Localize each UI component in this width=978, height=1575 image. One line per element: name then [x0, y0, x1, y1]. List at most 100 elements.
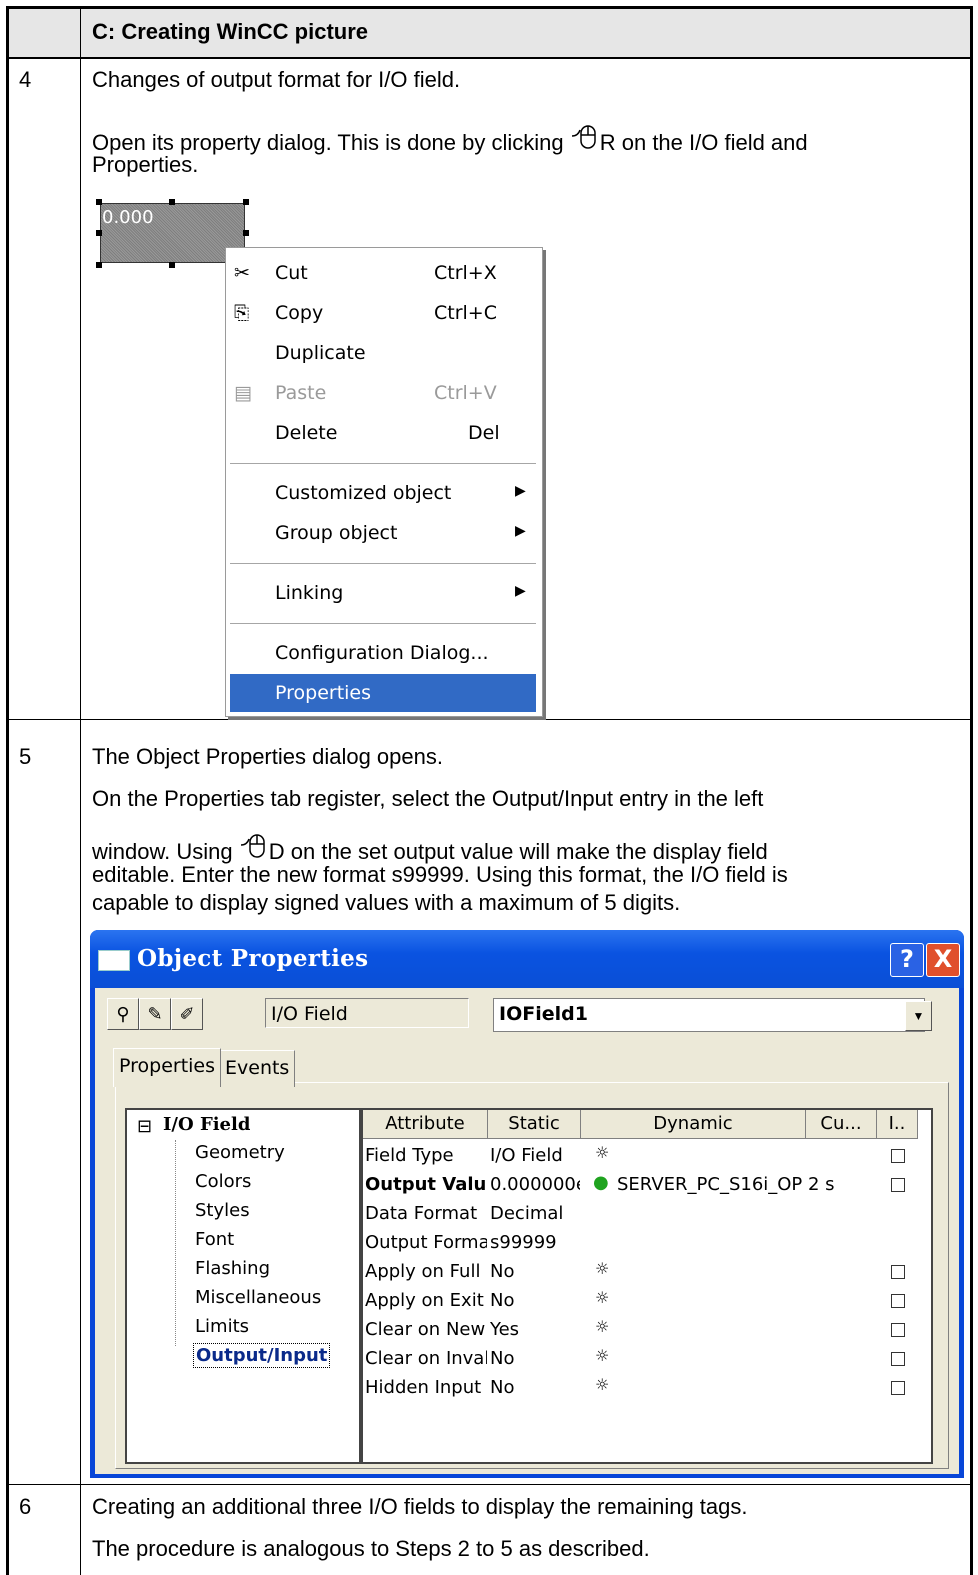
menu-item-cut[interactable]: ✂ Cut Ctrl+X	[226, 254, 542, 292]
menu-item-label: Duplicate	[275, 342, 366, 364]
pipette-transfer-icon[interactable]: ✐	[171, 998, 203, 1030]
table-divider	[6, 719, 972, 720]
menu-item-duplicate[interactable]: Duplicate	[226, 334, 542, 372]
lightbulb-icon[interactable]: ☼	[595, 1317, 609, 1336]
menu-item-label: Configuration Dialog...	[275, 642, 489, 664]
column-header-attribute[interactable]: Attribute	[363, 1110, 488, 1139]
tree-item-output-input[interactable]: Output/Input	[193, 1343, 331, 1368]
tree-item-miscellaneous[interactable]: Miscellaneous	[195, 1287, 321, 1308]
attr-cell[interactable]: Clear on New	[365, 1319, 487, 1340]
attr-cell[interactable]: Hidden Input	[365, 1377, 487, 1398]
column-header-static[interactable]: Static	[488, 1110, 581, 1139]
attr-cell[interactable]: Field Type	[365, 1145, 487, 1166]
indirect-checkbox[interactable]	[891, 1352, 905, 1366]
resize-handle[interactable]	[96, 199, 102, 205]
indirect-checkbox[interactable]	[891, 1265, 905, 1279]
resize-handle[interactable]	[169, 199, 175, 205]
static-cell[interactable]: No	[490, 1348, 580, 1369]
static-cell[interactable]: Decimal	[490, 1203, 580, 1224]
attr-cell[interactable]: Apply on Full	[365, 1261, 487, 1282]
static-cell[interactable]: Yes	[490, 1319, 580, 1340]
step-text: Properties.	[92, 152, 199, 177]
resize-handle[interactable]	[96, 262, 102, 268]
object-name-select[interactable]: IOField1	[493, 998, 925, 1032]
step-text-part: window. Using	[92, 839, 239, 864]
step-text: editable. Enter the new format s99999. U…	[92, 862, 788, 887]
menu-item-delete[interactable]: Delete Del	[226, 414, 542, 452]
mouse-click-icon	[571, 125, 596, 149]
resize-handle[interactable]	[243, 230, 249, 236]
indirect-checkbox[interactable]	[891, 1149, 905, 1163]
attr-cell[interactable]: Clear on Inval	[365, 1348, 487, 1369]
dialog-titlebar[interactable]: Object Properties ? X	[90, 930, 964, 988]
menu-shortcut: Ctrl+V	[434, 382, 497, 404]
static-cell[interactable]: No	[490, 1290, 580, 1311]
tree-item-limits[interactable]: Limits	[195, 1316, 249, 1337]
lightbulb-icon[interactable]: ☼	[595, 1143, 609, 1162]
io-field-value: 0.000	[102, 207, 154, 228]
mouse-double-click-icon	[240, 834, 265, 858]
tree-item-flashing[interactable]: Flashing	[195, 1258, 270, 1279]
menu-item-label: Cut	[275, 262, 308, 284]
lightbulb-icon[interactable]: ☼	[595, 1259, 609, 1278]
table-divider	[6, 57, 972, 59]
menu-item-properties[interactable]: Properties	[230, 674, 536, 712]
column-header-dynamic[interactable]: Dynamic	[581, 1110, 806, 1139]
column-header-indirect[interactable]: I..	[877, 1110, 918, 1139]
resize-handle[interactable]	[169, 262, 175, 268]
indirect-checkbox[interactable]	[891, 1178, 905, 1192]
menu-shortcut: Ctrl+X	[434, 262, 497, 284]
chevron-down-icon[interactable]: ▼	[905, 1001, 932, 1031]
pipette-icon[interactable]: ✎	[139, 998, 171, 1030]
menu-separator	[230, 623, 536, 625]
menu-item-linking[interactable]: Linking ▶	[226, 574, 542, 612]
tab-events[interactable]: Events	[219, 1050, 296, 1087]
lightbulb-icon[interactable]: ☼	[595, 1288, 609, 1307]
indirect-checkbox[interactable]	[891, 1294, 905, 1308]
static-cell[interactable]: I/O Field	[490, 1145, 580, 1166]
table-column-divider	[80, 6, 81, 1575]
tree-item-styles[interactable]: Styles	[195, 1200, 250, 1221]
menu-item-configuration-dialog[interactable]: Configuration Dialog...	[226, 634, 542, 672]
tree-item-font[interactable]: Font	[195, 1229, 234, 1250]
tree-root[interactable]: I/O Field	[163, 1114, 250, 1135]
static-cell[interactable]: s99999	[490, 1232, 580, 1253]
scissors-icon: ✂	[234, 262, 250, 284]
step-text: capable to display signed values with a …	[92, 890, 681, 915]
collapse-icon[interactable]: ⊟	[137, 1116, 152, 1137]
step-number: 5	[19, 744, 32, 769]
menu-item-customized-object[interactable]: Customized object ▶	[226, 474, 542, 512]
resize-handle[interactable]	[96, 230, 102, 236]
step-number: 4	[19, 67, 32, 92]
table-border-left	[6, 6, 9, 1575]
menu-shortcut: Del	[468, 422, 500, 444]
static-cell[interactable]: No	[490, 1261, 580, 1282]
attr-cell[interactable]: Data Format	[365, 1203, 487, 1224]
menu-item-group-object[interactable]: Group object ▶	[226, 514, 542, 552]
dynamic-cell[interactable]: SERVER_PC_S16i_OP 2 s	[617, 1174, 835, 1195]
pin-icon[interactable]: ⚲	[107, 998, 139, 1030]
column-header-current[interactable]: Cu...	[806, 1110, 877, 1139]
indirect-checkbox[interactable]	[891, 1381, 905, 1395]
tree-item-colors[interactable]: Colors	[195, 1171, 251, 1192]
step-text: On the Properties tab register, select t…	[92, 786, 764, 811]
object-type-field: I/O Field	[265, 998, 469, 1028]
indirect-checkbox[interactable]	[891, 1323, 905, 1337]
attr-cell[interactable]: Apply on Exit	[365, 1290, 487, 1311]
menu-item-copy[interactable]: ⎘ Copy Ctrl+C	[226, 294, 542, 332]
close-button[interactable]: X	[926, 943, 960, 977]
menu-item-label: Copy	[275, 302, 324, 324]
resize-handle[interactable]	[243, 199, 249, 205]
menu-item-label: Group object	[275, 522, 398, 544]
help-button[interactable]: ?	[890, 943, 924, 977]
attr-cell[interactable]: Output Valu	[365, 1174, 487, 1195]
static-cell[interactable]: 0.000000e	[490, 1174, 580, 1195]
tree-item-geometry[interactable]: Geometry	[195, 1142, 285, 1163]
green-lightbulb-icon[interactable]: ●	[593, 1172, 609, 1193]
tab-properties[interactable]: Properties	[113, 1048, 222, 1087]
lightbulb-icon[interactable]: ☼	[595, 1375, 609, 1394]
static-cell[interactable]: No	[490, 1377, 580, 1398]
attr-cell[interactable]: Output Forma	[365, 1232, 487, 1253]
lightbulb-icon[interactable]: ☼	[595, 1346, 609, 1365]
submenu-arrow-icon: ▶	[515, 523, 526, 539]
